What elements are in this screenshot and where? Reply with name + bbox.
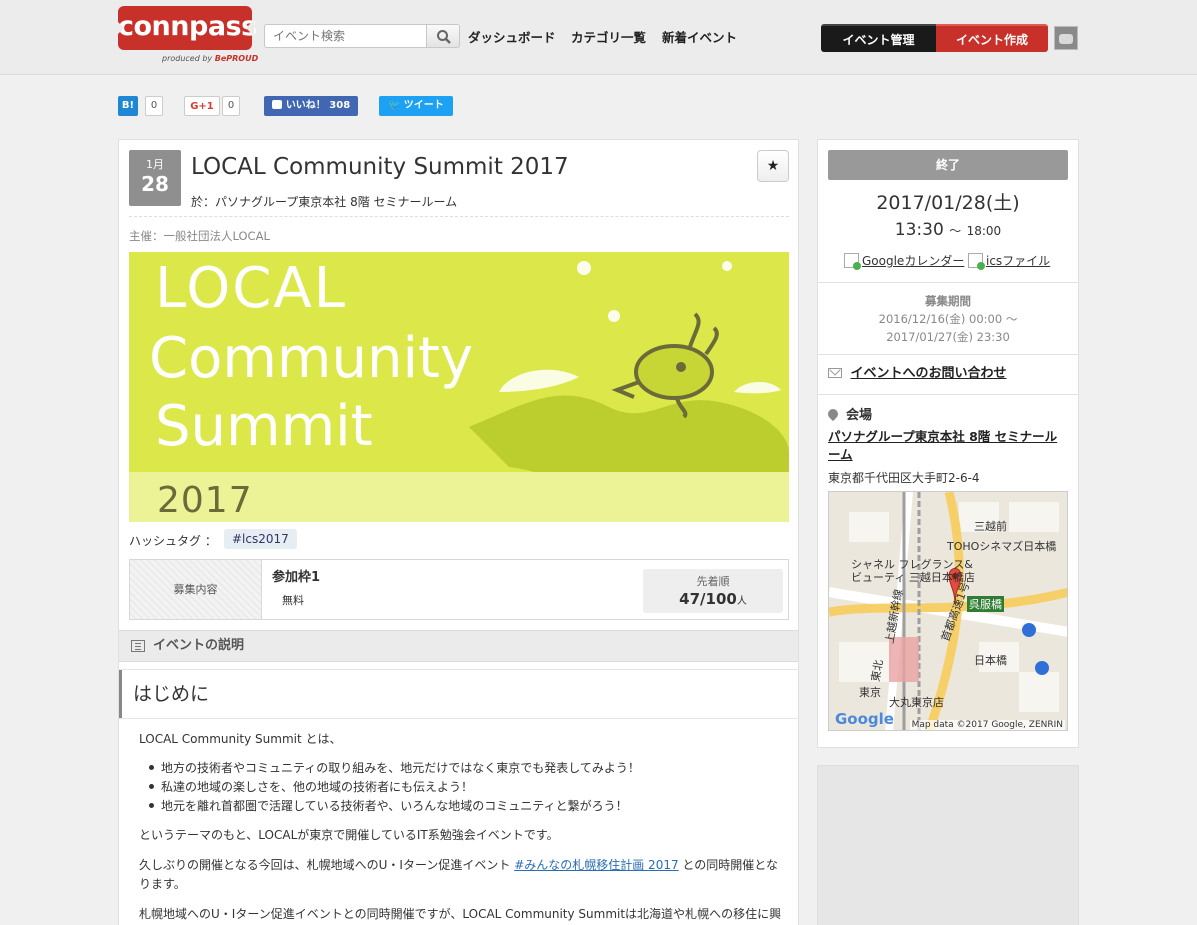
google-calendar-link[interactable]: Googleカレンダー [844,252,964,270]
calendar-add-icon [844,253,861,270]
list-item: 地方の技術者やコミュニティの取り組みを、地元だけではなく東京でも発表してみよう！ [149,761,640,775]
contact-link[interactable]: イベントへのお問い合わせ [828,362,1007,381]
banner-text-summit: Summit [155,394,373,459]
event-day: 28 [141,172,169,196]
map-attribution: Map data ©2017 Google, ZENRIN [909,720,1065,730]
divider [129,216,789,217]
map-pin-icon [825,406,841,422]
map-label: 呉服橋 [967,596,1004,612]
quota-fee: 無料 [282,594,304,607]
search-button[interactable] [426,24,460,48]
status-badge: 終了 [828,150,1068,180]
sapporo-event-link[interactable]: #みんなの札幌移住計画 2017 [514,858,678,872]
quota-type: 先着順 [696,575,730,588]
quota-unit: 人 [736,596,747,607]
quota-count: 47/100 [679,590,737,608]
map-label: 日本橋 [974,654,1007,667]
divider [818,394,1078,395]
venue-address: 東京都千代田区大手町2-6-4 [828,471,980,485]
nav-new-events[interactable]: 新着イベント [662,27,737,46]
venue-heading: 会場 [825,404,872,423]
divider [818,282,1078,283]
event-date: 2017/01/28(土) [876,192,1020,214]
map-label: 東京 [859,686,881,699]
ics-file-link[interactable]: icsファイル [968,252,1050,270]
tweet-button[interactable]: 🐦 ツイート [379,96,453,116]
event-banner-image: LOCAL Community Summit 2017 [129,252,789,522]
banner-year: 2017 [157,480,253,521]
bookmark-star-button[interactable]: ★ [757,150,789,182]
event-organizer[interactable]: 主催：一般社団法人LOCAL [129,228,270,244]
description-section-header: イベントの説明 [119,630,798,662]
joint-event-paragraph: 久しぶりの開催となる今回は、札幌地域へのU・Iターン促進イベント #みんなの札幌… [139,858,778,872]
logo-text: connpass [116,6,257,50]
hashtag-link[interactable]: #lcs2017 [224,529,297,549]
search-box [264,24,460,48]
star-icon: ★ [766,158,780,174]
logo-subtitle: produced by BePROUD [162,54,259,63]
event-time: 13:30 〜 18:00 [894,220,1002,240]
quota-label: 募集内容 [130,560,262,619]
theme-paragraph: というテーマのもと、LOCALが東京で開催しているIT系勉強会イベントです。 [139,828,559,842]
event-month: 1月 [146,158,164,171]
hatena-bookmark-button[interactable]: B! [118,96,138,116]
event-title: LOCAL Community Summit 2017 [191,154,569,180]
hatena-count: 0 [145,96,163,116]
hashtag-label: ハッシュタグ ： [129,534,217,548]
banner-text-community: Community [149,326,474,391]
thumbs-up-icon [271,100,282,109]
share-bar: B! 0 G+1 0 いいね！ 308 🐦 ツイート [118,96,458,116]
search-icon [437,30,451,44]
sidebar-ad-area [817,765,1079,925]
twitter-bird-icon: 🐦 [388,100,401,111]
participation-quota: 募集内容 参加枠1 無料 先着順 47/100人 [129,559,789,620]
venue-map[interactable]: 三越前 TOHOシネマズ日本橋 シャネル フレグランス& ビューティ 三越日本橋… [828,491,1068,731]
event-main-panel: 1月 28 LOCAL Community Summit 2017 於：パソナグ… [118,139,799,925]
facebook-like-button[interactable]: いいね！ 308 [264,96,358,116]
nav-dashboard[interactable]: ダッシュボード [468,27,556,46]
list-item: 地元を離れ首都圏で活躍している技術者や、いろんな地域のコミュニティと繋がろう！ [149,799,628,813]
event-create-button[interactable]: イベント作成 [936,24,1048,52]
site-header: connpass produced by BePROUD ダッシュボード カテゴ… [0,0,1197,75]
venue-name-link[interactable]: パソナグループ東京本社 8階 セミナールーム [828,428,1068,464]
google-logo: Google [835,710,894,728]
calendar-download-icon [968,253,985,270]
connpass-logo[interactable]: connpass produced by BePROUD [116,6,258,66]
event-venue-line: 於：パソナグループ東京本社 8階 セミナールーム [191,195,458,209]
event-sidebar: 終了 2017/01/28(土) 13:30 〜 18:00 Googleカレン… [817,139,1079,748]
list-item: 私達の地域の楽しさを、他の地域の技術者にも伝えよう！ [148,780,474,794]
event-manage-button[interactable]: イベント管理 [821,24,936,52]
quota-count-box: 先着順 47/100人 [643,569,783,613]
divider [818,354,1078,355]
note-paragraph: 札幌地域へのU・Iターン促進イベントとの同時開催ですが、LOCAL Commun… [139,907,782,921]
nav-categories[interactable]: カテゴリ一覧 [571,27,646,46]
mail-icon [828,368,842,378]
banner-text-local: LOCAL [155,256,347,321]
section-heading-intro: はじめに [119,670,798,718]
map-label: 大丸東京店 [889,696,944,709]
recruitment-period: 募集期間 2016/12/16(金) 00:00 〜 2017/01/27(金)… [878,294,1018,344]
event-date-badge: 1月 28 [129,150,181,206]
intro-paragraph: LOCAL Community Summit とは、 [139,732,342,746]
google-plus-count: 0 [222,96,240,116]
quota-name: 参加枠1 [272,570,321,585]
map-label: TOHOシネマズ日本橋 [947,540,1057,553]
joint-event-paragraph-cont: ります。 [139,877,186,891]
search-input[interactable] [264,24,426,48]
map-label: 三越前 [974,520,1007,533]
document-icon [131,640,145,652]
user-avatar[interactable] [1054,26,1078,50]
google-plus-button[interactable]: G+1 [184,96,220,116]
